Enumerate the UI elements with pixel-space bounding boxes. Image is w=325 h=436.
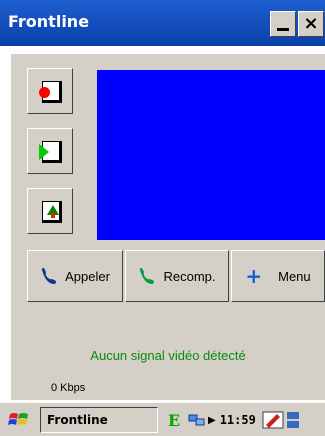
status-message: Aucun signal vidéo détecté	[90, 348, 246, 363]
plus-icon: +	[245, 264, 263, 288]
call-label: Appeler	[65, 268, 110, 284]
record-icon	[39, 87, 50, 98]
snapshot-button[interactable]	[27, 188, 73, 234]
minimize-button[interactable]	[270, 11, 296, 37]
network-icon[interactable]	[188, 412, 206, 428]
control-panel: Appeler Recomp. + Menu Aucun signal vidé…	[11, 54, 325, 400]
video-display	[97, 70, 325, 240]
edge-signal-icon[interactable]: E	[168, 411, 186, 430]
record-button[interactable]	[27, 68, 73, 114]
play-button[interactable]	[27, 128, 73, 174]
window-title: Frontline	[8, 12, 90, 31]
phone-icon	[140, 268, 155, 284]
call-button[interactable]: Appeler	[27, 250, 123, 302]
picture-icon	[42, 201, 62, 223]
main-area: Appeler Recomp. + Menu Aucun signal vidé…	[0, 46, 325, 400]
menu-button[interactable]: + Menu	[231, 250, 325, 302]
close-button[interactable]: ×	[298, 11, 324, 37]
phone-icon	[41, 268, 57, 284]
play-icon	[39, 144, 49, 160]
windows-start-icon[interactable]	[8, 409, 30, 431]
document-icon	[39, 141, 62, 163]
menu-label: Menu	[278, 268, 311, 284]
redial-button[interactable]: Recomp.	[125, 250, 229, 302]
pen-input-icon[interactable]	[262, 410, 284, 430]
status-area: Aucun signal vidéo détecté 0 Kbps	[11, 306, 325, 400]
keyboard-icon[interactable]	[286, 410, 300, 430]
taskbar: Frontline E ▶ 11:59	[0, 402, 325, 436]
title-bar: Frontline ×	[0, 0, 325, 46]
redial-label: Recomp.	[163, 268, 216, 284]
close-icon: ×	[303, 13, 319, 34]
clock[interactable]: 11:59	[220, 413, 256, 427]
bitrate-readout: 0 Kbps	[51, 382, 86, 394]
system-tray: E ▶ 11:59	[160, 407, 325, 433]
arrow-right-icon: ▶	[208, 414, 216, 426]
action-bar: Appeler Recomp. + Menu	[11, 250, 325, 302]
task-frontline-button[interactable]: Frontline	[40, 407, 158, 433]
document-icon	[39, 81, 62, 103]
